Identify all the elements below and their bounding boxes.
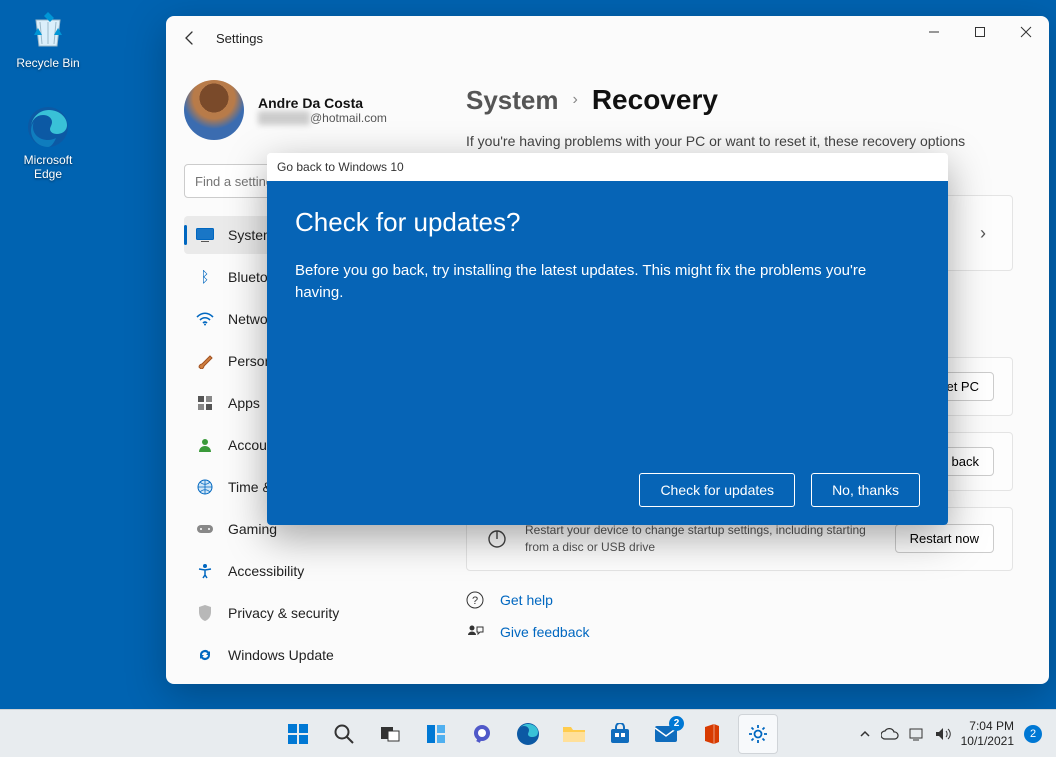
nav-label: Apps	[228, 395, 260, 411]
globe-icon	[196, 478, 214, 496]
nav-item-privacy[interactable]: Privacy & security	[184, 594, 448, 632]
no-thanks-button[interactable]: No, thanks	[811, 473, 920, 507]
date: 10/1/2021	[961, 734, 1014, 748]
time: 7:04 PM	[961, 719, 1014, 733]
network-tray-icon[interactable]	[909, 727, 925, 741]
nav-item-accessibility[interactable]: Accessibility	[184, 552, 448, 590]
chevron-right-icon: ›	[972, 223, 994, 244]
avatar	[184, 80, 244, 140]
profile-name: Andre Da Costa	[258, 95, 387, 111]
notification-center[interactable]: 2	[1024, 725, 1042, 743]
desktop-icon-recycle-bin[interactable]: Recycle Bin	[10, 8, 86, 70]
modal-heading: Check for updates?	[295, 207, 920, 238]
svg-text:?: ?	[472, 595, 478, 607]
apps-icon	[196, 394, 214, 412]
nav-label: Windows Update	[228, 647, 334, 663]
profile[interactable]: Andre Da Costa xxxxxxxx@hotmail.com	[184, 80, 448, 140]
give-feedback-link[interactable]: Give feedback	[466, 623, 1013, 641]
page-title: Recovery	[592, 84, 718, 116]
desktop-icon-label: Recycle Bin	[10, 56, 86, 70]
breadcrumb: System › Recovery	[466, 84, 1013, 116]
system-tray	[859, 727, 951, 741]
desktop-icon-edge[interactable]: Microsoft Edge	[10, 105, 86, 181]
profile-email: xxxxxxxx@hotmail.com	[258, 111, 387, 125]
taskbar: 2 7:04 PM 10/1/2021 2	[0, 709, 1056, 757]
mail[interactable]: 2	[646, 714, 686, 754]
feedback-icon	[466, 623, 486, 641]
minimize-button[interactable]	[911, 16, 957, 48]
clock[interactable]: 7:04 PM 10/1/2021	[961, 719, 1014, 748]
tray-overflow[interactable]	[859, 728, 871, 740]
close-button[interactable]	[1003, 16, 1049, 48]
get-help-link[interactable]: ?Get help	[466, 591, 1013, 609]
system-icon	[196, 226, 214, 244]
update-icon	[196, 646, 214, 664]
wifi-icon	[196, 310, 214, 328]
edge-icon	[26, 105, 70, 149]
office[interactable]	[692, 714, 732, 754]
modal-body-text: Before you go back, try installing the l…	[295, 260, 875, 304]
file-explorer[interactable]	[554, 714, 594, 754]
titlebar: Settings	[166, 16, 1049, 60]
volume-icon[interactable]	[935, 727, 951, 741]
brush-icon	[196, 352, 214, 370]
maximize-button[interactable]	[957, 16, 1003, 48]
accessibility-icon	[196, 562, 214, 580]
nav-label: Accessibility	[228, 563, 304, 579]
start-button[interactable]	[278, 714, 318, 754]
help-icon: ?	[466, 591, 486, 609]
gaming-icon	[196, 520, 214, 538]
go-back-modal: Go back to Windows 10 Check for updates?…	[267, 153, 948, 525]
widgets[interactable]	[416, 714, 456, 754]
chevron-right-icon: ›	[573, 91, 578, 109]
bluetooth-icon: ᛒ	[196, 268, 214, 286]
chat[interactable]	[462, 714, 502, 754]
breadcrumb-parent[interactable]: System	[466, 85, 559, 116]
desktop-icon-label: Microsoft Edge	[10, 153, 86, 181]
taskbar-edge[interactable]	[508, 714, 548, 754]
mail-badge: 2	[669, 716, 684, 731]
restart-now-button[interactable]: Restart now	[895, 524, 994, 553]
store[interactable]	[600, 714, 640, 754]
modal-title: Go back to Windows 10	[267, 153, 948, 181]
taskbar-search[interactable]	[324, 714, 364, 754]
task-view[interactable]	[370, 714, 410, 754]
window-title: Settings	[216, 31, 263, 46]
card-text: Restart your device to change startup se…	[525, 522, 879, 556]
onedrive-icon[interactable]	[881, 728, 899, 740]
nav-label: Privacy & security	[228, 605, 339, 621]
power-icon	[485, 527, 509, 551]
person-icon	[196, 436, 214, 454]
shield-icon	[196, 604, 214, 622]
back-button[interactable]	[180, 28, 200, 48]
check-updates-button[interactable]: Check for updates	[639, 473, 795, 507]
recycle-bin-icon	[26, 8, 70, 52]
taskbar-settings[interactable]	[738, 714, 778, 754]
nav-item-update[interactable]: Windows Update	[184, 636, 448, 674]
